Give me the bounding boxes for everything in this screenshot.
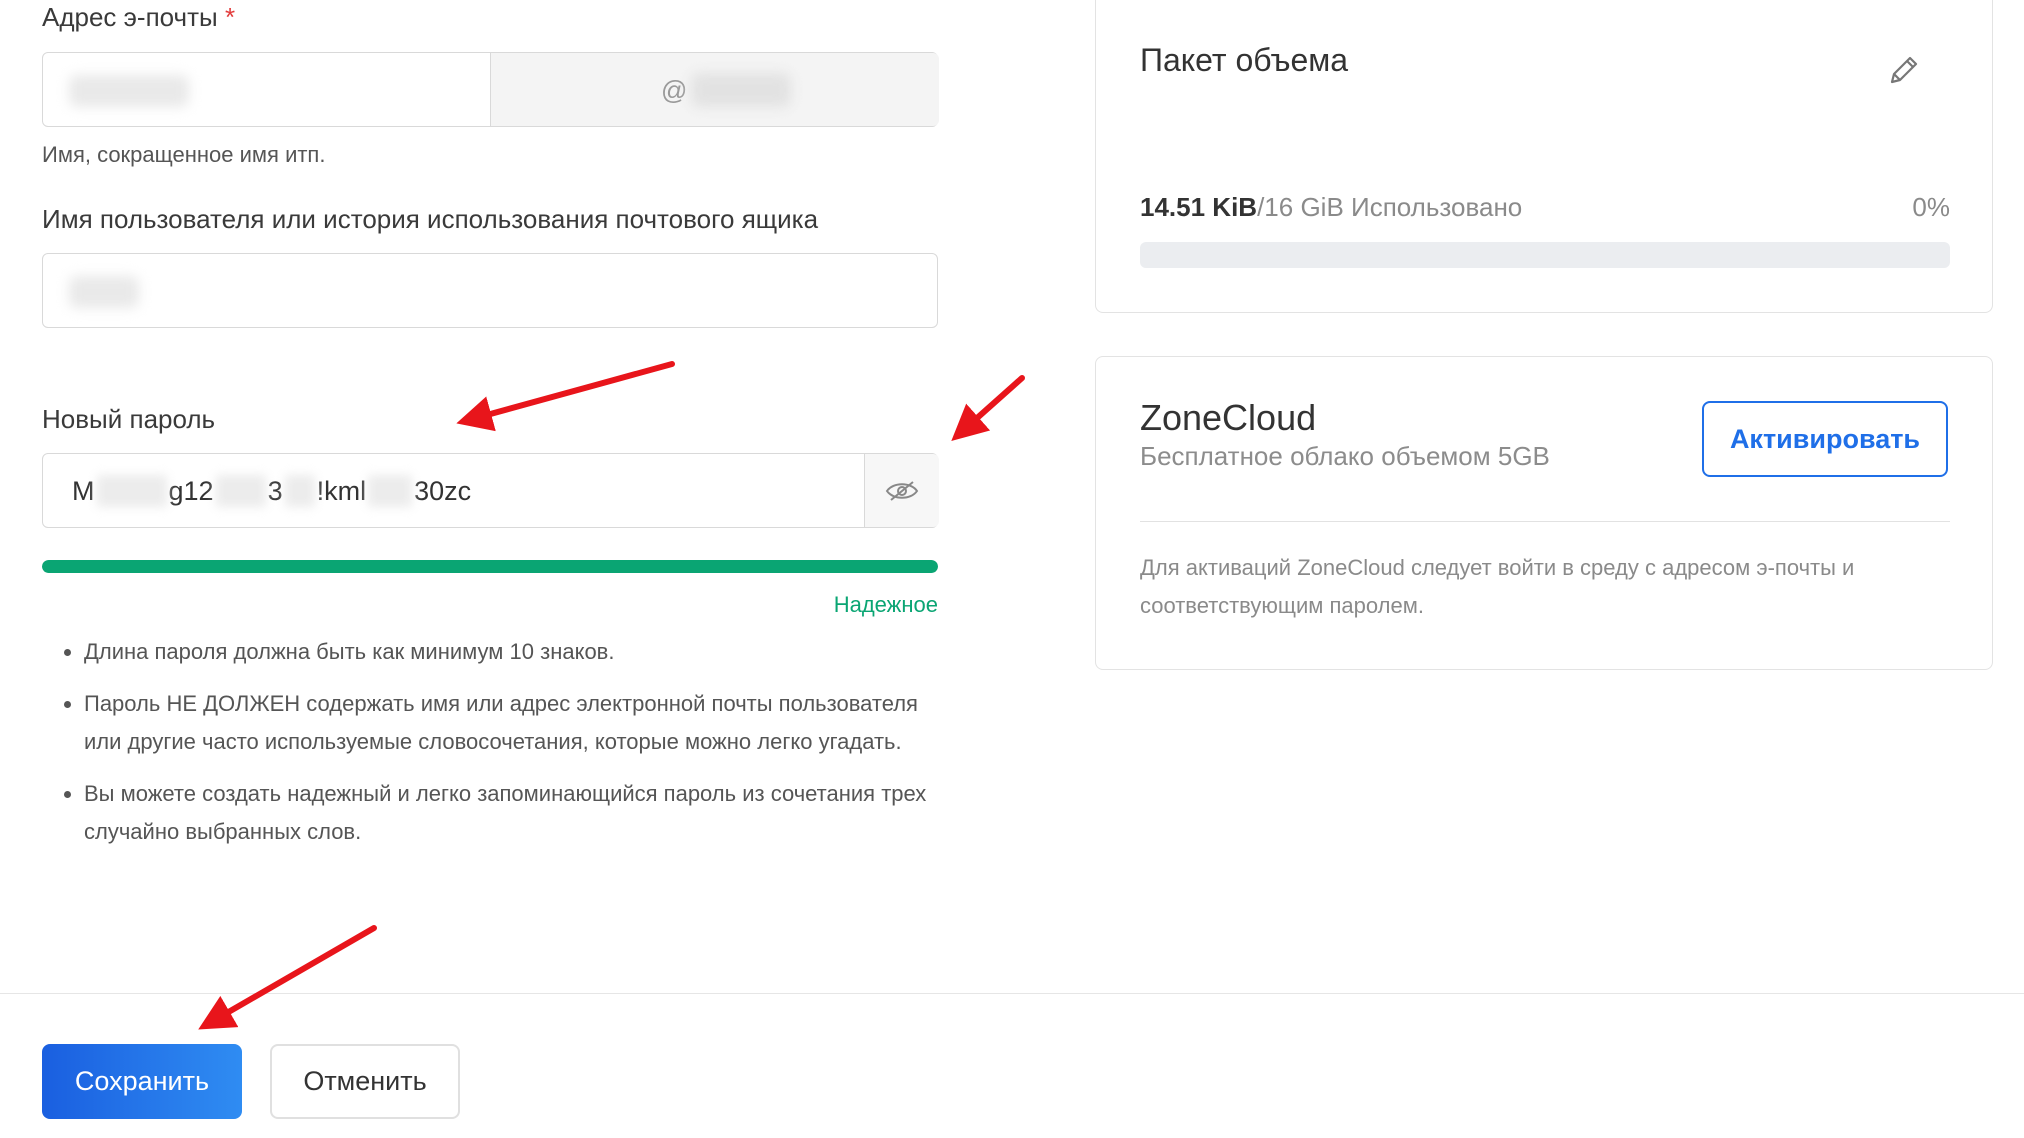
- annotation-arrow: [951, 375, 1025, 441]
- annotation-arrows: [198, 361, 1025, 1030]
- annotation-arrow: [198, 925, 377, 1030]
- annotation-arrow: [456, 361, 675, 432]
